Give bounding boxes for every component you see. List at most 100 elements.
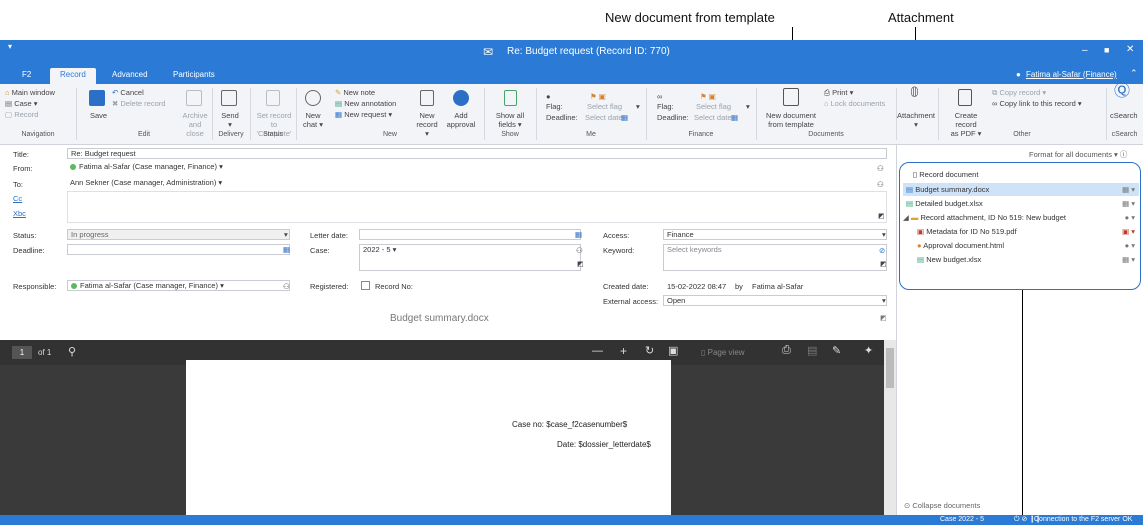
new-document-from-template-button[interactable]: New document from template xyxy=(762,111,820,129)
title-input[interactable]: Re: Budget request xyxy=(67,148,887,159)
created-by-label: by xyxy=(735,282,743,291)
registered-checkbox[interactable] xyxy=(361,281,370,290)
finance-select-date[interactable]: Select date xyxy=(694,113,732,122)
status-select[interactable]: In progress xyxy=(67,229,290,240)
page-view-icon: ▯ xyxy=(701,348,706,357)
responsible-contacts-icon[interactable]: ⚇ xyxy=(283,282,290,291)
attachment-folder-row[interactable]: ◢ ▬ Record attachment, ID No 519: New bu… xyxy=(903,211,1139,224)
viewer-scrollbar[interactable] xyxy=(884,340,896,515)
document-row[interactable]: ▣ Metadata for ID No 519.pdf ▣ ▾ xyxy=(917,225,1139,238)
me-select-flag[interactable]: Select flag xyxy=(587,102,622,111)
access-select[interactable]: Finance xyxy=(663,229,887,240)
main-window-button[interactable]: ⌂ Main window xyxy=(5,88,55,97)
edit-document-icon[interactable]: ✎ xyxy=(832,344,841,357)
me-flag-dropdown[interactable]: ▾ xyxy=(636,102,640,111)
external-access-dropdown-icon[interactable]: ▾ xyxy=(882,296,886,305)
case-button[interactable]: ▤ Case ▾ xyxy=(5,99,38,108)
finance-calendar-icon[interactable]: ▦ xyxy=(731,113,738,122)
tab-advanced[interactable]: Advanced xyxy=(112,68,148,84)
row-menu-icon[interactable]: ▣ ▾ xyxy=(1122,225,1135,238)
print-viewer-icon[interactable]: ⎙ xyxy=(782,344,791,357)
finance-select-flag[interactable]: Select flag xyxy=(696,102,731,111)
zoom-out-button[interactable]: — xyxy=(592,345,603,357)
row-menu-icon[interactable]: ▦ ▾ xyxy=(1122,197,1135,210)
cc-link[interactable]: Cc xyxy=(13,194,22,203)
responsible-field[interactable]: Fatima al-Safar (Case manager, Finance) … xyxy=(67,280,290,291)
cancel-button[interactable]: ↶ Cancel xyxy=(112,88,144,97)
page-view-button[interactable]: ▯ Page view xyxy=(701,348,745,357)
collapse-arrow-icon[interactable]: ◢ xyxy=(903,213,909,222)
keyword-tag-icon[interactable]: ⊘ xyxy=(879,246,885,255)
case-expand-icon[interactable]: ◩ xyxy=(577,260,584,269)
deadline-input[interactable] xyxy=(67,244,290,255)
record-nav-button[interactable]: ▢ Record xyxy=(5,110,38,119)
format-all-documents[interactable]: Format for all documents ▾ ⓘ xyxy=(1029,149,1127,160)
send-button[interactable]: Send ▾ xyxy=(221,111,239,129)
lock-documents-button[interactable]: ⌂ Lock documents xyxy=(824,99,885,108)
case-search-icon[interactable]: ⚇ xyxy=(576,246,583,255)
new-chat-button[interactable]: New chat ▾ xyxy=(302,111,324,129)
status-bar: Case 2022 - 5 ⏻ ⊘ ❙❙ Connection to the F… xyxy=(0,515,1143,525)
deadline-calendar-icon[interactable]: ▦ xyxy=(283,245,290,254)
viewer-expand-icon[interactable]: ◩ xyxy=(880,314,887,322)
finance-flag-icon: ⚑ ▣ xyxy=(700,92,716,101)
row-menu-icon[interactable]: ● ▾ xyxy=(1125,211,1135,224)
copy-record-button[interactable]: ⧉ Copy record ▾ xyxy=(992,88,1046,97)
copy-link-button[interactable]: ∞ Copy link to this record ▾ xyxy=(992,99,1082,108)
document-row[interactable]: ▤ New budget.xlsx ▦ ▾ xyxy=(917,253,1139,266)
to-contacts-icon[interactable]: ⚇ xyxy=(877,180,884,189)
delete-record-button[interactable]: ✖ Delete record xyxy=(112,99,165,108)
maximize-button[interactable]: ■ xyxy=(1104,45,1109,55)
rotate-icon[interactable]: ↻ xyxy=(645,344,654,357)
keyword-expand-icon[interactable]: ◩ xyxy=(880,260,887,269)
new-annotation-button[interactable]: ▤ New annotation xyxy=(335,99,396,108)
viewer-search-icon[interactable]: ⚲ xyxy=(68,345,76,358)
document-row[interactable]: ▤ Budget summary.docx ▦ ▾ xyxy=(903,183,1139,196)
tab-record[interactable]: Record xyxy=(50,68,96,84)
scrollbar-thumb[interactable] xyxy=(886,348,894,388)
window-menu-icon[interactable]: ▾ xyxy=(8,42,12,51)
to-field[interactable]: Ann Sekner (Case manager, Administration… xyxy=(67,178,877,189)
document-row[interactable]: ● Approval document.html ● ▾ xyxy=(917,239,1139,252)
record-document-row[interactable]: ▯ Record document xyxy=(903,168,1139,181)
save-button[interactable]: Save xyxy=(90,111,107,120)
current-user-link[interactable]: Fatima al-Safar (Finance) xyxy=(1026,70,1117,79)
new-request-button[interactable]: ▦ New request ▾ xyxy=(335,110,392,119)
collapse-documents-button[interactable]: ⊙ Collapse documents xyxy=(904,501,980,510)
me-select-date[interactable]: Select date xyxy=(585,113,623,122)
zoom-in-button[interactable]: + xyxy=(620,344,627,358)
pin-icon[interactable]: ✦ xyxy=(864,344,873,357)
fit-page-icon[interactable]: ▣ xyxy=(668,344,678,357)
print-button[interactable]: ⎙ Print ▾ xyxy=(824,88,853,97)
add-approval-button[interactable]: Add approval xyxy=(446,111,476,129)
access-dropdown-icon[interactable]: ▾ xyxy=(882,230,886,239)
new-note-button[interactable]: ✎ New note xyxy=(335,88,375,97)
case-field[interactable]: 2022 - 5 ▾ xyxy=(359,244,581,271)
csearch-button[interactable]: cSearch xyxy=(1110,111,1138,120)
keyword-input[interactable]: Select keywords xyxy=(663,244,887,271)
show-all-fields-button[interactable]: Show all fields ▾ xyxy=(494,111,526,129)
row-menu-icon[interactable]: ● ▾ xyxy=(1125,239,1135,252)
expand-icon[interactable]: ◩ xyxy=(878,212,885,221)
tab-participants[interactable]: Participants xyxy=(173,68,215,84)
recipients-area[interactable] xyxy=(67,191,887,223)
row-menu-icon[interactable]: ▦ ▾ xyxy=(1122,183,1135,196)
page-number-input[interactable]: 1 xyxy=(12,346,32,359)
close-button[interactable]: ✕ xyxy=(1126,44,1134,55)
letter-date-calendar-icon[interactable]: ▦ xyxy=(575,230,582,239)
bcc-link[interactable]: Xbc xyxy=(13,209,26,218)
finance-flag-dropdown[interactable]: ▾ xyxy=(746,102,750,111)
me-calendar-icon[interactable]: ▦ xyxy=(621,113,628,122)
tab-f2[interactable]: F2 xyxy=(22,68,31,84)
document-row[interactable]: ▤ Detailed budget.xlsx ▦ ▾ xyxy=(903,197,1139,210)
status-dropdown-icon[interactable]: ▾ xyxy=(284,230,288,239)
from-contacts-icon[interactable]: ⚇ xyxy=(877,164,884,173)
from-field[interactable]: Fatima al-Safar (Case manager, Finance) … xyxy=(67,162,877,173)
collapse-ribbon-icon[interactable]: ⌃ xyxy=(1130,68,1138,79)
row-menu-icon[interactable]: ▦ ▾ xyxy=(1122,253,1135,266)
minimize-button[interactable]: ‒ xyxy=(1082,45,1088,56)
external-access-select[interactable]: Open xyxy=(663,295,887,306)
attachment-button[interactable]: Attachment ▾ xyxy=(897,111,935,129)
save-viewer-icon[interactable]: ▤ xyxy=(807,344,817,357)
letter-date-input[interactable] xyxy=(359,229,581,240)
